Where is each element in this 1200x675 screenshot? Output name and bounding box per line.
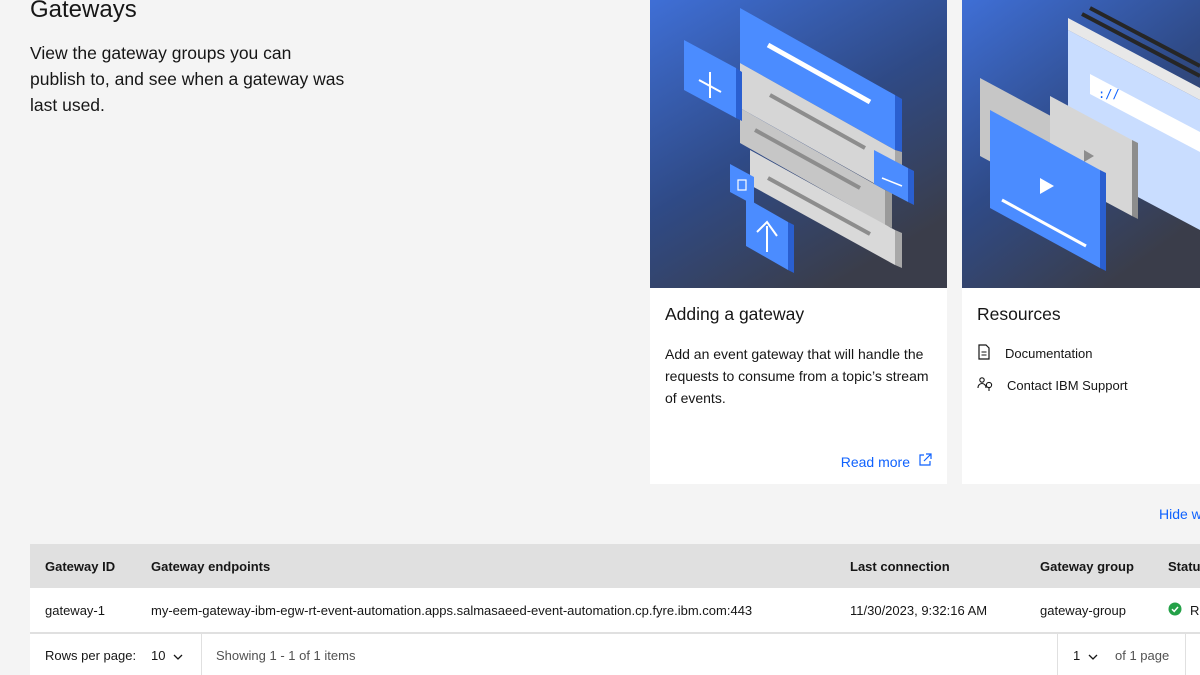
rows-per-page-select[interactable]: 10: [151, 634, 183, 675]
status-label: R: [1190, 602, 1200, 618]
adding-gateway-title: Adding a gateway: [665, 304, 805, 324]
page-value: 1: [1073, 647, 1081, 663]
page-select[interactable]: 1: [1073, 634, 1098, 675]
read-more-label: Read more: [840, 453, 910, 470]
resources-card: :// Resources Documentation Contact IBM …: [962, 0, 1200, 484]
table-row[interactable]: gateway-1 my-eem-gateway-ibm-egw-rt-even…: [30, 588, 1200, 633]
adding-gateway-illustration: [650, 0, 947, 288]
cell-gateway-group: gateway-group: [1040, 602, 1126, 618]
cell-status: R: [1168, 602, 1199, 619]
chevron-down-icon: [173, 648, 183, 663]
cell-last-connection: 11/30/2023, 9:32:16 AM: [850, 602, 988, 618]
support-icon: [977, 376, 993, 395]
documentation-link[interactable]: Documentation: [977, 344, 1092, 363]
adding-gateway-card: Adding a gateway Add an event gateway th…: [650, 0, 947, 484]
gateways-table: Gateway ID Gateway endpoints Last connec…: [30, 544, 1200, 675]
rows-per-page-label: Rows per page:: [45, 647, 137, 663]
table-pagination: Rows per page: 10 Showing 1 - 1 of 1 ite…: [30, 633, 1200, 675]
svg-text:://: ://: [1098, 87, 1120, 101]
showing-items-text: Showing 1 - 1 of 1 items: [216, 647, 356, 663]
header-gateway-id[interactable]: Gateway ID: [45, 559, 115, 574]
resources-illustration: ://: [962, 0, 1200, 288]
cell-endpoints: my-eem-gateway-ibm-egw-rt-event-automati…: [151, 602, 753, 618]
header-last-connection[interactable]: Last connection: [850, 559, 950, 574]
resources-title: Resources: [977, 304, 1061, 324]
rows-per-page-value: 10: [151, 647, 166, 663]
success-check-icon: [1168, 602, 1182, 619]
document-icon: [977, 344, 991, 363]
of-pages-text: of 1 page: [1115, 647, 1170, 663]
pagination-divider: [1185, 634, 1186, 675]
contact-support-link[interactable]: Contact IBM Support: [977, 376, 1128, 395]
cell-gateway-id: gateway-1: [45, 602, 105, 618]
contact-support-label: Contact IBM Support: [1007, 378, 1128, 393]
read-more-link[interactable]: Read more: [841, 453, 932, 470]
header-status[interactable]: Statu: [1168, 559, 1200, 574]
table-header: Gateway ID Gateway endpoints Last connec…: [30, 544, 1200, 588]
hide-welcome-link[interactable]: Hide w: [1159, 506, 1200, 522]
external-link-icon: [918, 453, 932, 470]
page-description: View the gateway groups you can publish …: [30, 43, 345, 115]
pagination-divider: [1057, 634, 1058, 675]
header-gateway-group[interactable]: Gateway group: [1040, 559, 1134, 574]
header-endpoints[interactable]: Gateway endpoints: [151, 559, 270, 574]
chevron-down-icon: [1088, 648, 1098, 663]
documentation-label: Documentation: [1005, 346, 1093, 361]
page-title: Gateways: [30, 0, 137, 23]
pagination-divider: [201, 634, 202, 675]
adding-gateway-body: Add an event gateway that will handle th…: [665, 346, 929, 406]
